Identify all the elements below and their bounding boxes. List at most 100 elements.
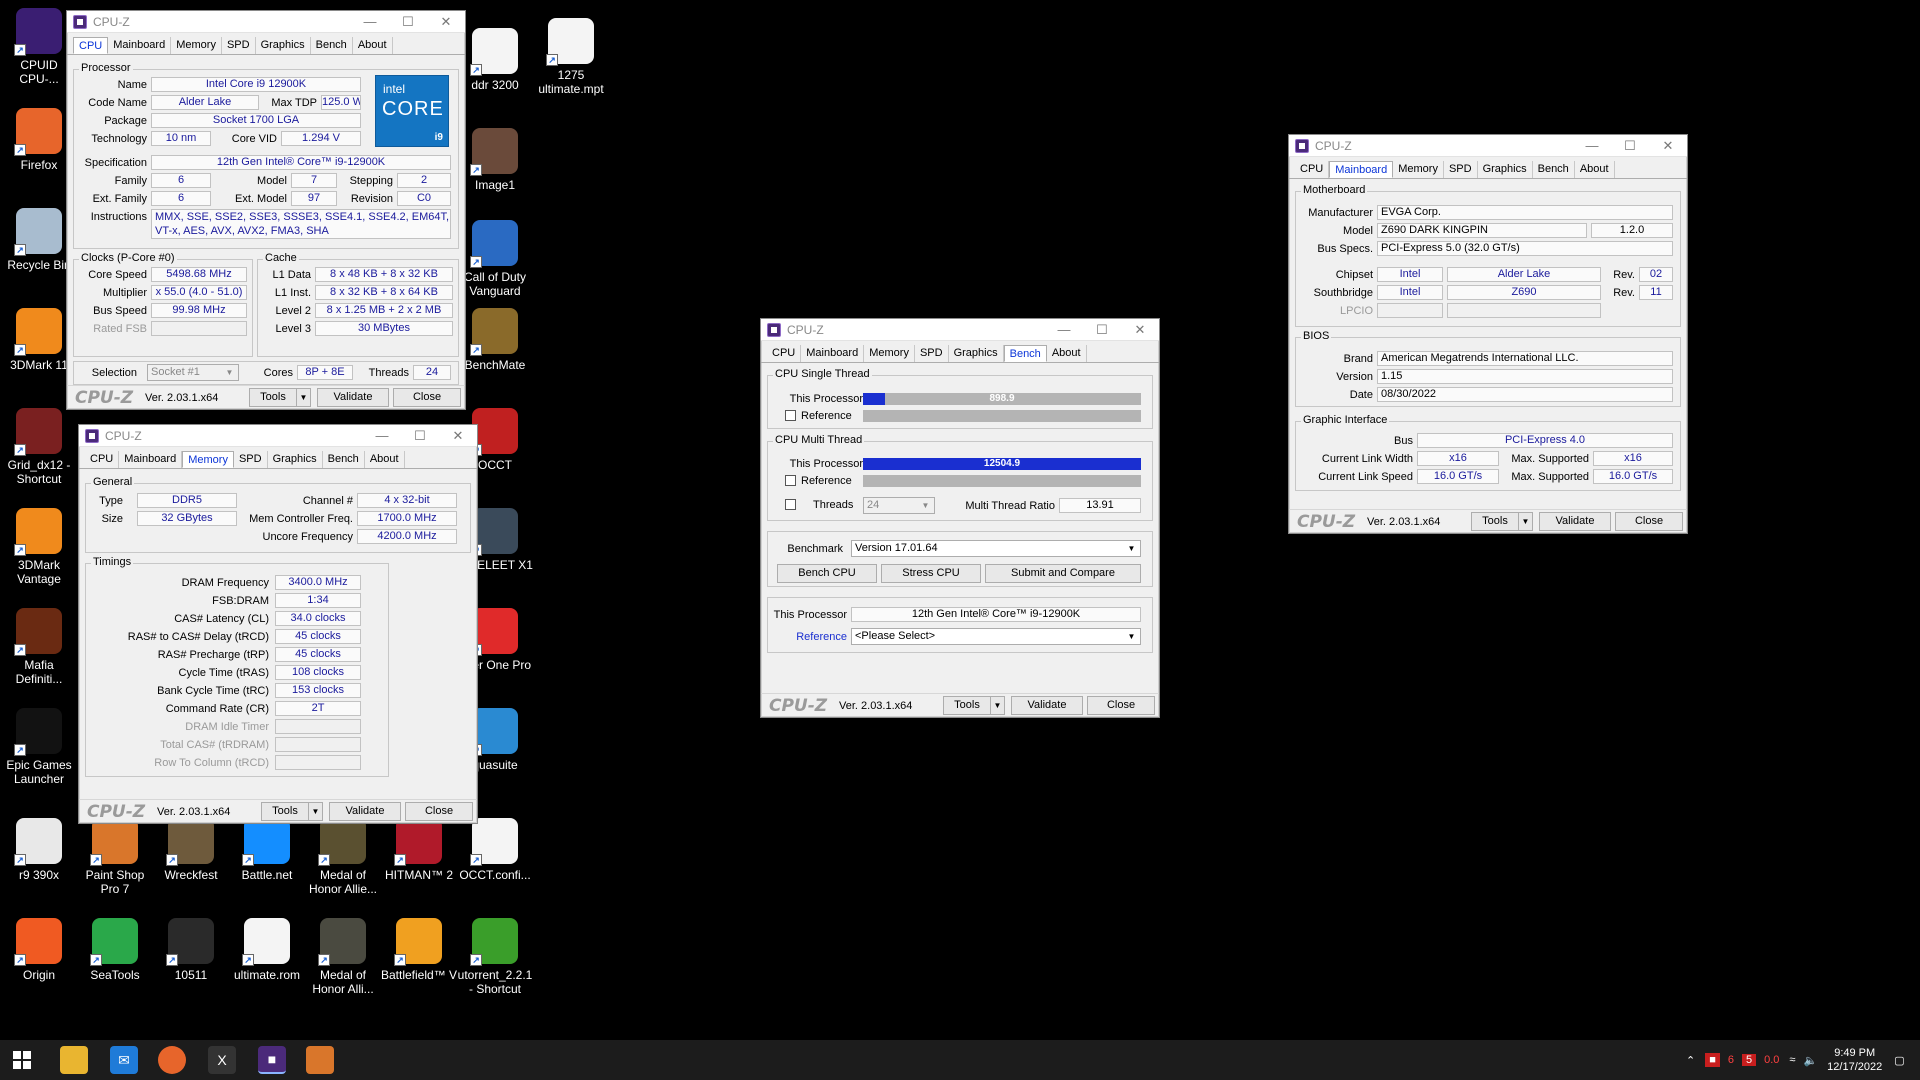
tab-spd[interactable]: SPD [1444,161,1478,178]
maximize-icon[interactable]: ☐ [1611,138,1649,154]
tools-button[interactable]: Tools ▼ [249,388,311,407]
minimize-icon[interactable]: — [1045,322,1083,337]
title-bar[interactable]: CPU-Z — ☐ ✕ [1289,135,1687,157]
cpuz-taskbar-icon[interactable]: ■ [258,1046,286,1074]
close-icon[interactable]: ✕ [439,428,477,444]
close-button[interactable]: Close [393,388,461,407]
tab-mainboard[interactable]: Mainboard [1329,161,1394,178]
chevron-down-icon[interactable]: ▼ [308,803,322,820]
desktop-icon[interactable]: ↗ ultimate.rom [228,918,306,982]
close-button[interactable]: Close [1615,512,1683,531]
tab-about[interactable]: About [1047,345,1087,362]
multi-reference-checkbox[interactable] [785,475,796,486]
validate-button[interactable]: Validate [1539,512,1611,531]
tab-about[interactable]: About [1575,161,1615,178]
chevron-down-icon[interactable]: ▼ [1518,513,1532,530]
close-button[interactable]: Close [405,802,473,821]
desktop-icon[interactable]: ↗ Battlefield™ V [380,918,458,982]
tab-bench[interactable]: Bench [1533,161,1575,178]
desktop-icon[interactable]: ↗ Call of Duty Vanguard [456,220,534,298]
desktop-icon[interactable]: ↗ Paint Shop Pro 7 [76,818,154,896]
chevron-down-icon[interactable]: ▼ [296,389,310,406]
network-icon[interactable]: ≈ [1789,1054,1795,1066]
tab-bench[interactable]: Bench [1003,345,1047,362]
paint-shop-taskbar-icon[interactable] [306,1046,334,1074]
desktop-icon[interactable]: ↗ Grid_dx12 - Shortcut [0,408,78,486]
stress-cpu-button[interactable]: Stress CPU [881,564,981,583]
title-bar[interactable]: CPU-Z — ☐ ✕ [67,11,465,33]
tools-button[interactable]: Tools ▼ [1471,512,1533,531]
validate-button[interactable]: Validate [329,802,401,821]
tab-spd[interactable]: SPD [915,345,949,362]
tab-cpu[interactable]: CPU [73,37,109,54]
desktop-icon[interactable]: ↗ BenchMate [456,308,534,372]
clock[interactable]: 9:49 PM 12/17/2022 [1827,1046,1882,1074]
desktop-icon[interactable]: ↗ 10511 [152,918,230,982]
tab-memory[interactable]: Memory [1393,161,1444,178]
bench-cpu-button[interactable]: Bench CPU [777,564,877,583]
minimize-icon[interactable]: — [1573,138,1611,153]
minimize-icon[interactable]: — [363,428,401,443]
tab-mainboard[interactable]: Mainboard [801,345,865,362]
desktop-icon[interactable]: ↗ r9 390x [0,818,78,882]
desktop-icon[interactable]: ↗ SeaTools [76,918,154,982]
validate-button[interactable]: Validate [317,388,389,407]
tab-spd[interactable]: SPD [234,451,268,468]
tab-cpu[interactable]: CPU [1295,161,1330,178]
threads-checkbox[interactable] [785,499,796,510]
desktop-icon[interactable]: ↗ HITMAN™ 2 [380,818,458,882]
close-button[interactable]: Close [1087,696,1155,715]
tools-button[interactable]: Tools ▼ [261,802,323,821]
close-icon[interactable]: ✕ [1649,138,1687,154]
desktop-icon[interactable]: ↗ Battle.net [228,818,306,882]
close-icon[interactable]: ✕ [427,14,465,30]
single-reference-checkbox[interactable] [785,410,796,421]
tools-button[interactable]: Tools ▼ [943,696,1005,715]
maximize-icon[interactable]: ☐ [1083,322,1121,338]
tab-graphics[interactable]: Graphics [1478,161,1533,178]
notification-icon[interactable]: ▢ [1894,1054,1904,1067]
xtu-icon[interactable]: X [208,1046,236,1074]
title-bar[interactable]: CPU-Z — ☐ ✕ [79,425,477,447]
desktop-icon[interactable]: ↗ 1275 ultimate.mpt [532,18,610,96]
socket-select[interactable]: Socket #1 ▼ [147,364,239,381]
tab-mainboard[interactable]: Mainboard [119,451,183,468]
reference-select[interactable]: <Please Select> ▼ [851,628,1141,645]
file-explorer-icon[interactable] [60,1046,88,1074]
desktop-icon[interactable]: ↗ 3DMark Vantage [0,508,78,586]
desktop-icon[interactable]: ↗ Mafia Definiti... [0,608,78,686]
tab-graphics[interactable]: Graphics [949,345,1004,362]
maximize-icon[interactable]: ☐ [389,14,427,30]
tab-spd[interactable]: SPD [222,37,256,54]
tab-memory[interactable]: Memory [182,451,234,468]
tray-app-icon[interactable]: ■ [1705,1053,1720,1067]
tab-bench[interactable]: Bench [323,451,365,468]
desktop-icon[interactable]: ↗ Epic Games Launcher [0,708,78,786]
validate-button[interactable]: Validate [1011,696,1083,715]
volume-icon[interactable]: 🔈 [1803,1054,1817,1067]
desktop-icon[interactable]: ↗ utorrent_2.2.1 - Shortcut [456,918,534,996]
desktop-icon[interactable]: ↗ Medal of Honor Allie... [304,818,382,896]
chevron-up-icon[interactable]: ⌃ [1686,1054,1695,1067]
desktop-icon[interactable]: ↗ Origin [0,918,78,982]
tab-bench[interactable]: Bench [311,37,353,54]
chevron-down-icon[interactable]: ▼ [990,697,1004,714]
minimize-icon[interactable]: — [351,14,389,29]
tab-cpu[interactable]: CPU [85,451,120,468]
benchmark-version-select[interactable]: Version 17.01.64 ▼ [851,540,1141,557]
desktop-icon[interactable]: ↗ Medal of Honor Alli... [304,918,382,996]
tab-cpu[interactable]: CPU [767,345,802,362]
desktop-icon[interactable]: ↗ ddr 3200 [456,28,534,92]
start-button[interactable] [8,1046,36,1074]
submit-and-compare-button[interactable]: Submit and Compare [985,564,1141,583]
maximize-icon[interactable]: ☐ [401,428,439,444]
tab-memory[interactable]: Memory [171,37,222,54]
close-icon[interactable]: ✕ [1121,322,1159,338]
desktop-icon[interactable]: ↗ Wreckfest [152,818,230,882]
desktop-icon[interactable]: ↗ Image1 [456,128,534,192]
threads-select[interactable]: 24 ▼ [863,497,935,514]
desktop-icon[interactable]: ↗ OCCT.confi... [456,818,534,882]
mail-icon[interactable]: ✉ [110,1046,138,1074]
tab-about[interactable]: About [365,451,405,468]
tab-mainboard[interactable]: Mainboard [108,37,172,54]
